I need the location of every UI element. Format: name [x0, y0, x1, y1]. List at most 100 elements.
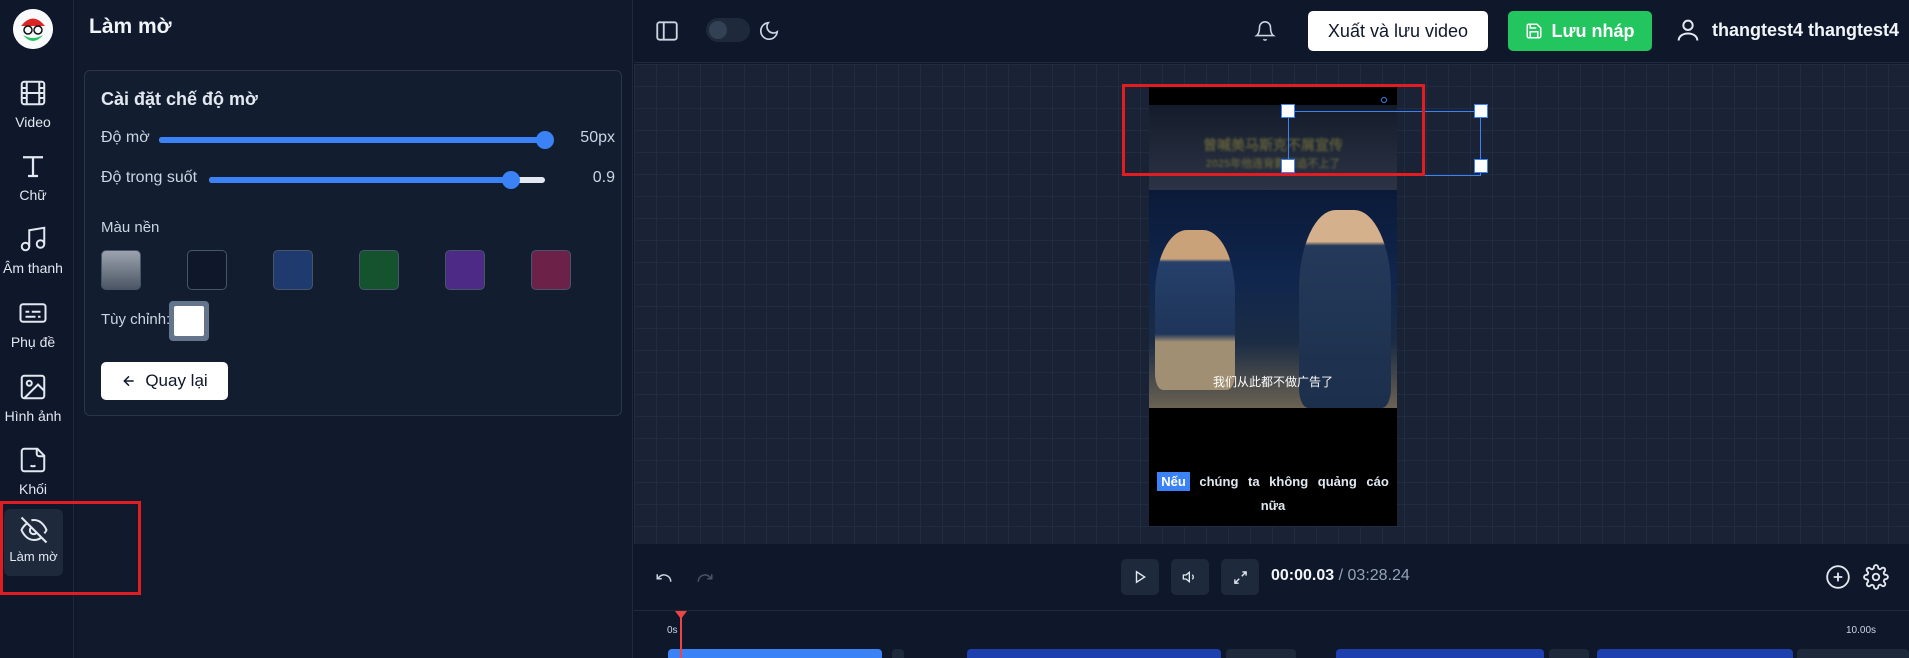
resize-handle-bottom-right[interactable] [1474, 159, 1488, 173]
bg-color-label: Màu nền [101, 219, 160, 236]
theme-toggle[interactable] [706, 18, 750, 42]
swatch-gray[interactable] [101, 250, 141, 290]
caption-highlight-word: Nếu [1157, 472, 1190, 491]
rail-item-video[interactable]: Video [0, 74, 66, 144]
timeline-clip[interactable] [668, 649, 882, 658]
rail-item-text[interactable]: Chữ [0, 147, 66, 217]
blur-selection-box[interactable] [1288, 111, 1481, 176]
swatch-purple[interactable] [445, 250, 485, 290]
expand-icon [1233, 570, 1247, 584]
person-left [1155, 230, 1235, 390]
rail-item-blur[interactable]: Làm mờ [4, 509, 63, 576]
blur-label: Độ mờ [101, 129, 150, 146]
music-icon [20, 226, 46, 252]
sticker-icon [20, 447, 46, 473]
timeline-tick-start: 0s [667, 625, 678, 636]
top-bar: Xuất và lưu video Lưu nháp thangtest4 th… [634, 0, 1909, 63]
subtitles-icon [19, 303, 47, 323]
redo-icon[interactable] [696, 569, 714, 587]
rail-item-image[interactable]: Hình ảnh [0, 368, 66, 438]
rail-label-sticker: Khối [18, 481, 48, 497]
resize-handle-top-left[interactable] [1281, 104, 1295, 118]
blur-slider-thumb[interactable] [536, 131, 554, 149]
settings-gear-icon[interactable] [1863, 564, 1889, 590]
blur-slider-fill [159, 137, 545, 143]
save-draft-label: Lưu nháp [1551, 20, 1635, 41]
back-button-label: Quay lại [145, 371, 208, 390]
rail-label-audio: Âm thanh [3, 260, 63, 276]
eye-off-icon [19, 516, 48, 544]
undo-icon[interactable] [655, 569, 673, 587]
user-menu[interactable]: thangtest4 thangtest4 [1674, 16, 1899, 44]
sidebar-toggle-icon[interactable] [654, 18, 680, 44]
custom-color-swatch [174, 306, 204, 336]
left-rail: Video Chữ Âm thanh Phụ đề Hình ảnh Khối … [0, 0, 74, 658]
rail-label-image: Hình ảnh [4, 408, 62, 424]
resize-handle-top-right[interactable] [1474, 104, 1488, 118]
rail-label-subtitles: Phụ đề [10, 334, 56, 350]
text-icon [23, 156, 43, 178]
play-icon [1135, 570, 1146, 584]
volume-icon [1182, 570, 1194, 584]
player-controls: 00:00.03 / 03:28.24 [634, 545, 1909, 610]
export-save-button[interactable]: Xuất và lưu video [1308, 11, 1488, 51]
opacity-label: Độ trong suốt [101, 169, 198, 186]
timeline-clip[interactable] [967, 649, 1221, 658]
opacity-value: 0.9 [592, 169, 615, 186]
blur-slider[interactable] [159, 131, 554, 149]
blur-value: 50px [580, 129, 615, 146]
fullscreen-button[interactable] [1221, 559, 1259, 595]
theme-toggle-knob [709, 21, 727, 39]
user-icon [1677, 19, 1699, 41]
username: thangtest4 thangtest4 [1712, 19, 1900, 40]
editor-canvas: 曾喊美马斯克不屑宣传 2025年他连背影都追不上了 我们从此都不做广告了 Nếu… [634, 64, 1909, 544]
chinese-subtitle: 我们从此都不做广告了 [1212, 375, 1333, 389]
save-draft-button[interactable]: Lưu nháp [1508, 11, 1652, 51]
film-icon [20, 80, 46, 106]
app-root: Video Chữ Âm thanh Phụ đề Hình ảnh Khối … [0, 0, 1909, 658]
blur-settings-panel: Làm mờ Cài đặt chế độ mờ Độ mờ 50px Độ t… [75, 0, 633, 658]
arrow-left-icon [123, 375, 134, 387]
bell-icon[interactable] [1254, 20, 1276, 42]
duration: 03:28.24 [1347, 567, 1410, 584]
rail-label-blur: Làm mờ [9, 549, 58, 564]
timeline-clip[interactable] [1549, 649, 1589, 658]
opacity-slider[interactable] [209, 171, 545, 189]
volume-button[interactable] [1171, 559, 1209, 595]
back-button[interactable]: Quay lại [101, 362, 228, 400]
custom-color-picker[interactable] [169, 301, 209, 341]
add-track-icon[interactable] [1825, 564, 1851, 590]
timeline-clip[interactable] [1597, 649, 1793, 658]
opacity-slider-fill [209, 177, 512, 183]
time-separator: / [1338, 567, 1344, 584]
timeline-tick-end: 10.00s [1846, 625, 1877, 636]
rail-item-sticker[interactable]: Khối [0, 441, 66, 511]
opacity-slider-thumb[interactable] [502, 171, 521, 189]
timeline-clip[interactable] [892, 649, 904, 658]
play-button[interactable] [1121, 559, 1159, 595]
save-icon [1526, 23, 1542, 39]
custom-color-label: Tùy chỉnh: [101, 311, 171, 328]
time-display: 00:00.03 / 03:28.24 [1271, 567, 1410, 585]
rail-label-video: Video [15, 114, 51, 130]
timeline[interactable]: 0s 10.00s [634, 610, 1909, 658]
current-time: 00:00.03 [1271, 567, 1335, 584]
timeline-clip[interactable] [1336, 649, 1544, 658]
timeline-clip[interactable] [1797, 649, 1909, 658]
video-caption: Nếu chúng ta không quảng cáo nữa [1157, 470, 1389, 518]
playhead[interactable] [680, 611, 682, 658]
card-title: Cài đặt chế độ mờ [101, 89, 258, 109]
swatch-dark[interactable] [187, 250, 227, 290]
timeline-clip[interactable] [1226, 649, 1296, 658]
resize-handle-bottom-left[interactable] [1281, 159, 1295, 173]
rail-item-subtitles[interactable]: Phụ đề [0, 294, 66, 364]
caption-text: chúng ta không quảng cáo nữa [1199, 474, 1389, 513]
rail-item-audio[interactable]: Âm thanh [0, 220, 66, 290]
swatch-green[interactable] [359, 250, 399, 290]
app-logo[interactable] [13, 9, 53, 49]
panel-title: Làm mờ [89, 15, 172, 38]
rotate-handle[interactable] [1381, 97, 1387, 103]
swatch-pink[interactable] [531, 250, 571, 290]
swatch-blue[interactable] [273, 250, 313, 290]
moon-icon [759, 21, 779, 41]
